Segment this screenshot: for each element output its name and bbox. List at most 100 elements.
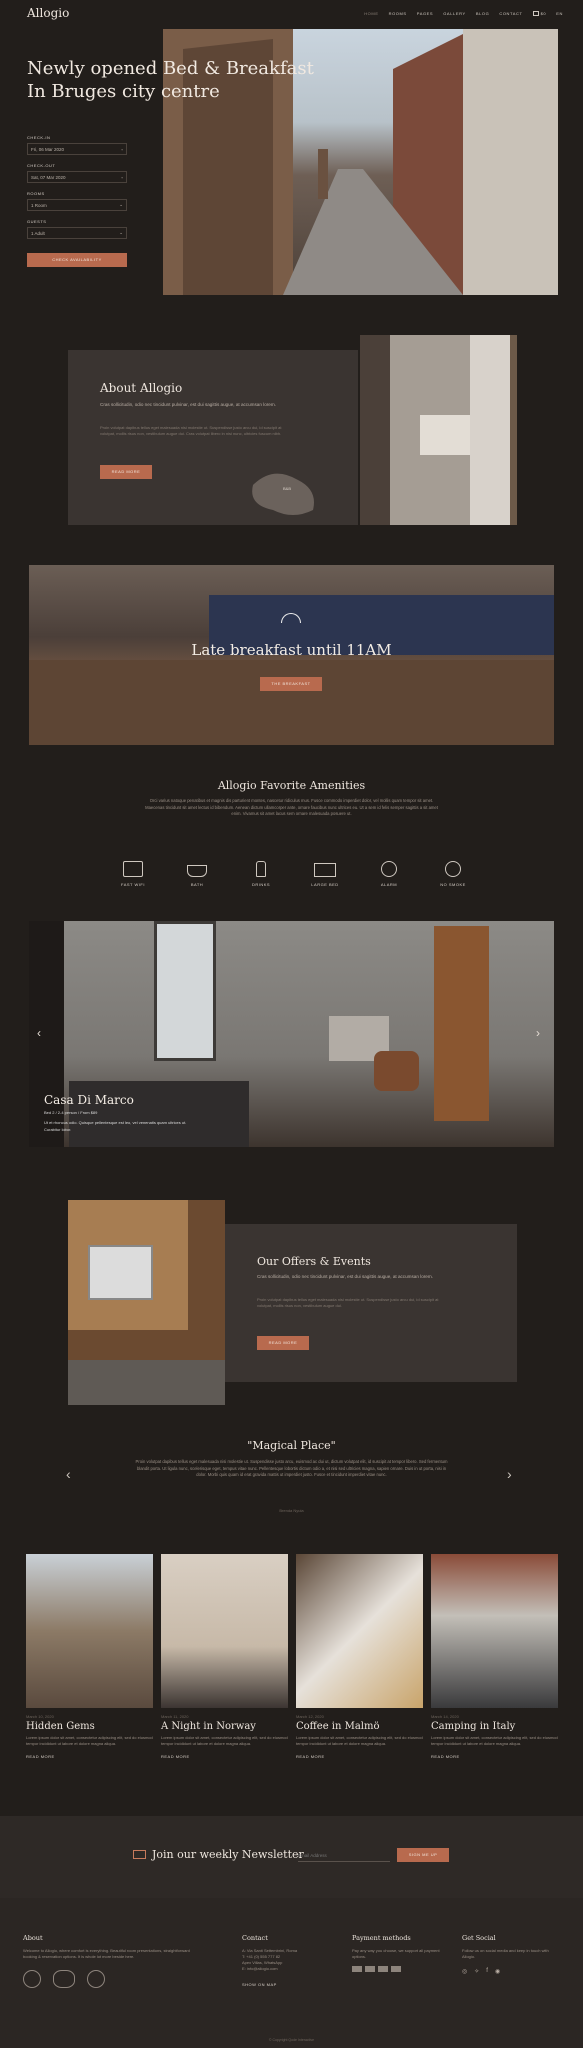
- envelope-icon: [133, 1850, 146, 1859]
- payment-icons: [352, 1966, 442, 1972]
- bath-icon: [187, 865, 207, 877]
- blog-date: March 14, 2020: [431, 1714, 459, 1719]
- cart-total[interactable]: $0: [541, 11, 547, 16]
- copyright: © Copyright Qode Interactive: [268, 2038, 315, 2042]
- contact-line[interactable]: E: info@allogio.com: [242, 1966, 337, 1972]
- blog-grid: March 10, 2020 Hidden Gems Lorem ipsum d…: [26, 1554, 558, 1759]
- blog-title[interactable]: Hidden Gems: [26, 1721, 153, 1732]
- wifi-icon: [123, 861, 143, 877]
- twitter-icon[interactable]: ✧: [474, 1968, 479, 1975]
- bed-icon: [314, 863, 336, 877]
- blog-date: March 12, 2020: [296, 1714, 324, 1719]
- rooms-select[interactable]: 1 Room ⌄: [27, 199, 127, 211]
- award-badge-icon: [87, 1970, 105, 1988]
- blog-excerpt: Lorem ipsum dolor sit amet, consectetur …: [431, 1735, 558, 1746]
- instagram-icon[interactable]: ◎: [462, 1968, 467, 1975]
- offers-image: [68, 1200, 225, 1405]
- newsletter-title: Join our weekly Newsletter: [152, 1848, 304, 1861]
- about-title: About Allogio: [100, 381, 183, 395]
- testimonial-prev-arrow[interactable]: ‹: [66, 1466, 71, 1482]
- facebook-icon[interactable]: f: [486, 1968, 488, 1975]
- footer-payment-title: Payment methods: [352, 1934, 411, 1942]
- blog-title[interactable]: Camping in Italy: [431, 1721, 558, 1732]
- blog-image[interactable]: [161, 1554, 288, 1708]
- no-smoke-icon: [445, 861, 461, 877]
- nav-gallery[interactable]: GALLERY: [443, 11, 466, 16]
- nav-rooms[interactable]: ROOMS: [389, 11, 407, 16]
- breakfast-button[interactable]: THE BREAKFAST: [260, 677, 322, 691]
- blog-excerpt: Lorem ipsum dolor sit amet, consectetur …: [26, 1735, 153, 1746]
- tripadvisor-icon[interactable]: ◉: [495, 1968, 500, 1975]
- footer-social-title: Get Social: [462, 1934, 496, 1942]
- checkout-value: Sat, 07 Mar 2020: [31, 174, 66, 180]
- checkin-value: Fri, 06 Mar 2020: [31, 146, 65, 152]
- footer-contact-title: Contact: [242, 1934, 268, 1942]
- nav-blog[interactable]: BLOG: [476, 11, 490, 16]
- offers-lead: Cras sollicitudin, odio nec tincidunt pu…: [257, 1274, 433, 1279]
- cart-icon[interactable]: [532, 11, 539, 16]
- blog-date: March 10, 2020: [26, 1714, 54, 1719]
- offers-read-more-button[interactable]: READ MORE: [257, 1336, 309, 1350]
- testimonial-title: "Magical Place": [247, 1439, 336, 1452]
- checkout-field[interactable]: Sat, 07 Mar 2020 ▫: [27, 171, 127, 183]
- nav-contact[interactable]: CONTACT: [499, 11, 522, 16]
- nav-pages[interactable]: PAGES: [417, 11, 434, 16]
- map-shape-icon: [252, 473, 314, 515]
- newsletter-signup-button[interactable]: SIGN ME UP: [397, 1848, 449, 1862]
- blog-title[interactable]: Coffee in Malmö: [296, 1721, 423, 1732]
- amenity-drinks: DRINKS: [241, 861, 281, 887]
- drinks-icon: [256, 861, 266, 877]
- amenity-label: ALARM: [380, 882, 398, 887]
- about-read-more-button[interactable]: READ MORE: [100, 465, 152, 479]
- blog-title[interactable]: A Night in Norway: [161, 1721, 288, 1732]
- blog-read-more[interactable]: READ MORE: [431, 1754, 558, 1759]
- card-icon: [378, 1966, 388, 1972]
- language-switcher[interactable]: EN: [556, 11, 563, 16]
- guests-label: GUESTS: [27, 219, 47, 224]
- blog-read-more[interactable]: READ MORE: [296, 1754, 423, 1759]
- show-on-map-link[interactable]: SHOW ON MAP: [242, 1982, 337, 1987]
- blog-read-more[interactable]: READ MORE: [161, 1754, 288, 1759]
- checkin-field[interactable]: Fri, 06 Mar 2020 ▫: [27, 143, 127, 155]
- blog-card: March 11, 2020 A Night in Norway Lorem i…: [161, 1554, 288, 1759]
- footer-about: About Welcome to Allogio, where comfort …: [23, 1934, 203, 1988]
- blog-image[interactable]: [431, 1554, 558, 1708]
- amenity-label: NO SMOKE: [440, 882, 466, 887]
- slider-next-arrow[interactable]: ›: [536, 1026, 540, 1040]
- slider-prev-arrow[interactable]: ‹: [37, 1026, 41, 1040]
- award-badge-icon: [53, 1970, 75, 1988]
- calendar-icon: ▫: [121, 174, 123, 180]
- hero-title-line-1: Newly opened Bed & Breakfast: [27, 58, 314, 79]
- laptop: [88, 1245, 153, 1300]
- checkout-label: CHECK-OUT: [27, 163, 56, 168]
- room-subtitle: Bed 2 / 2-4 person / From $89: [44, 1110, 98, 1115]
- footer: About Welcome to Allogio, where comfort …: [0, 1898, 583, 2048]
- main-nav: HOME ROOMS PAGES GALLERY BLOG CONTACT $0…: [354, 11, 563, 16]
- nav-home[interactable]: HOME: [364, 11, 378, 16]
- blog-excerpt: Lorem ipsum dolor sit amet, consectetur …: [161, 1735, 288, 1746]
- blog-card: March 12, 2020 Coffee in Malmö Lorem ips…: [296, 1554, 423, 1759]
- amenity-label: FAST WIFI: [121, 882, 145, 887]
- blog-excerpt: Lorem ipsum dolor sit amet, consectetur …: [296, 1735, 423, 1746]
- chevron-down-icon: ⌄: [119, 230, 123, 235]
- amenities-title: Allogio Favorite Amenities: [217, 779, 366, 792]
- blog-image[interactable]: [296, 1554, 423, 1708]
- logo[interactable]: Allogio: [27, 6, 69, 20]
- window: [154, 921, 216, 1061]
- footer-social: Get Social Follow us on social media and…: [462, 1934, 562, 1975]
- calendar-icon: ▫: [121, 146, 123, 152]
- alarm-icon: [381, 861, 397, 877]
- testimonial-next-arrow[interactable]: ›: [507, 1466, 512, 1482]
- guests-select[interactable]: 1 Adult ⌄: [27, 227, 127, 239]
- amenity-label: LARGE BED: [311, 882, 339, 887]
- check-availability-button[interactable]: CHECK AVAILABILITY: [27, 253, 127, 267]
- social-icons: ◎ ✧ f ◉: [462, 1968, 562, 1975]
- blog-read-more[interactable]: READ MORE: [26, 1754, 153, 1759]
- newsletter-email-input[interactable]: [298, 1849, 390, 1862]
- offers-body: Proin volutpat dapibus tellus eget males…: [257, 1297, 439, 1308]
- amenity-bath: BATH: [177, 861, 217, 887]
- room-title[interactable]: Casa Di Marco: [44, 1093, 134, 1107]
- blog-image[interactable]: [26, 1554, 153, 1708]
- site-header: Allogio HOME ROOMS PAGES GALLERY BLOG CO…: [0, 0, 583, 28]
- footer-contact: Contact A: Via Santi Settembrini, Roma T…: [242, 1934, 337, 1987]
